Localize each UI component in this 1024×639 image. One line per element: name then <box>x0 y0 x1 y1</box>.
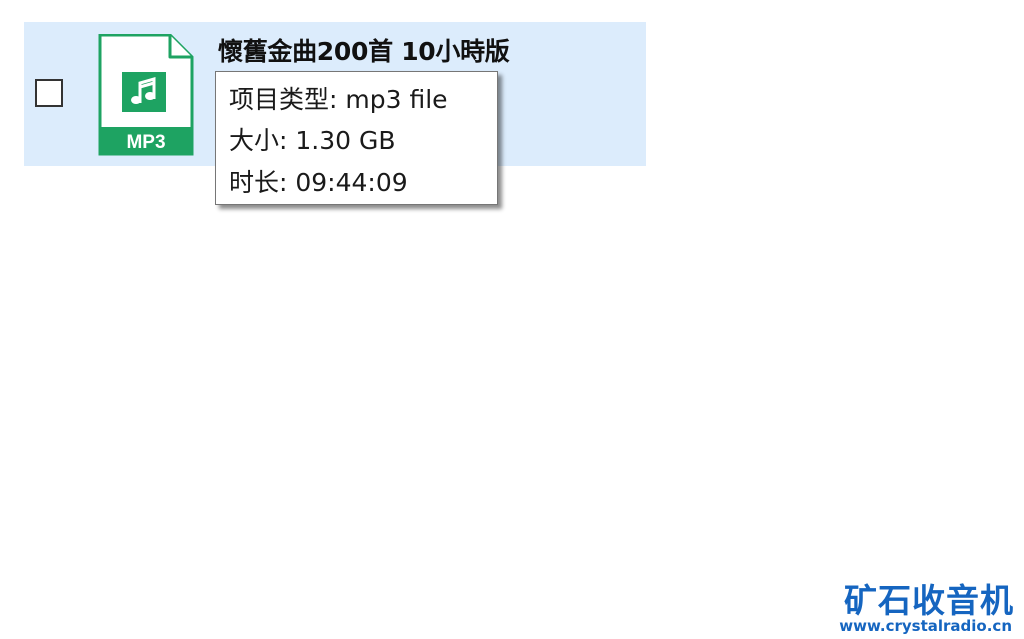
file-explorer-view: MP3 懷舊金曲200首 10小時版 项目类型: mp3 file 大小: 1.… <box>0 0 1024 639</box>
mp3-file-icon[interactable]: MP3 <box>98 34 194 156</box>
file-info-tooltip: 项目类型: mp3 file 大小: 1.30 GB 时长: 09:44:09 <box>215 71 498 205</box>
watermark-title: 矿石收音机 <box>844 581 1014 620</box>
file-type-label: MP3 <box>126 132 165 153</box>
duration-text: 时长: 09:44:09 <box>229 168 408 197</box>
select-checkbox[interactable] <box>35 79 63 107</box>
watermark-url: www.crystalradio.cn <box>839 617 1012 635</box>
file-size-text: 大小: 1.30 GB <box>229 126 396 155</box>
item-type-text: 项目类型: mp3 file <box>229 85 448 114</box>
file-name[interactable]: 懷舊金曲200首 10小時版 <box>218 32 510 68</box>
